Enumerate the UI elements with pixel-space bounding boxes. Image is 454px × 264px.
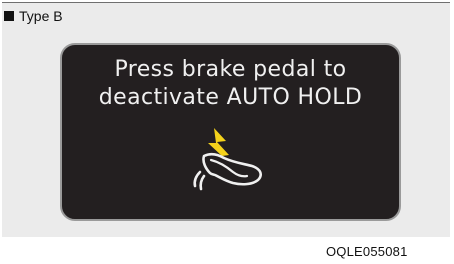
pedal-pad bbox=[193, 170, 206, 191]
foot-on-brake-pedal-icon bbox=[193, 128, 262, 191]
display-message-line-1: Press brake pedal to bbox=[114, 57, 347, 82]
caption-label: Type B bbox=[19, 8, 63, 24]
figure-caption: Type B bbox=[4, 8, 63, 24]
yellow-arrow-icon bbox=[208, 128, 229, 156]
foot-outline bbox=[202, 152, 262, 186]
square-bullet-icon bbox=[4, 11, 14, 21]
top-rule bbox=[2, 2, 450, 3]
cluster-display: Press brake pedal to deactivate AUTO HOL… bbox=[60, 43, 401, 221]
display-message: Press brake pedal to deactivate AUTO HOL… bbox=[62, 56, 399, 112]
display-message-line-2: deactivate AUTO HOLD bbox=[98, 85, 363, 110]
figure-code: OQLE055081 bbox=[326, 244, 408, 259]
